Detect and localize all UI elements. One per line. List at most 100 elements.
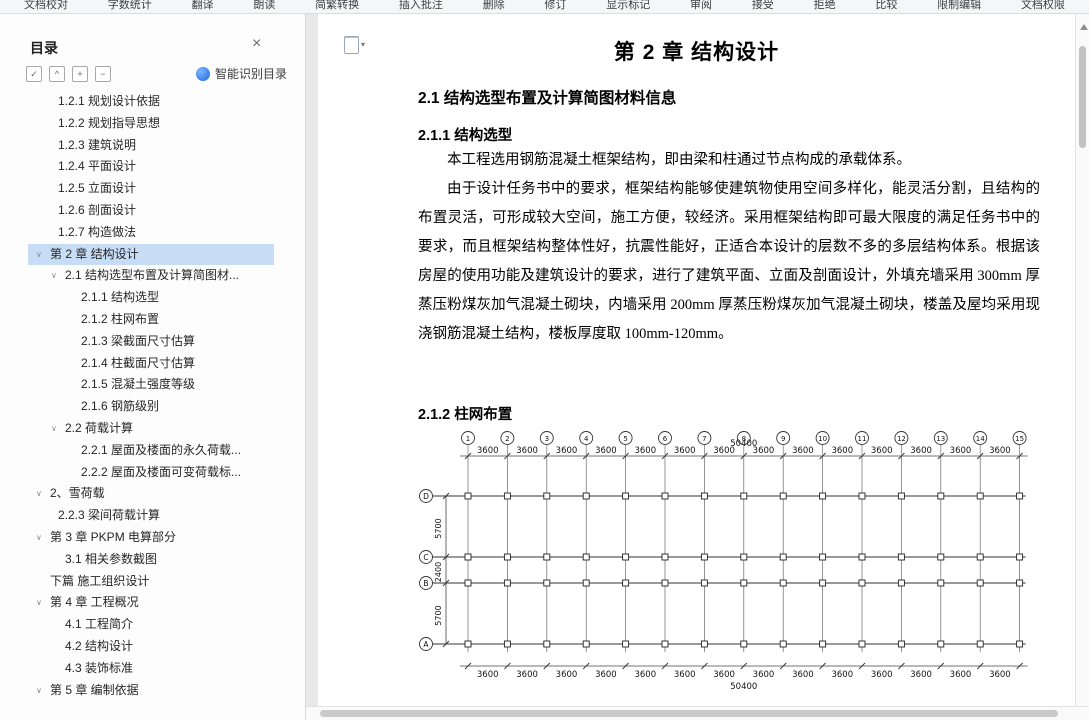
chevron-down-icon[interactable]: ∨: [51, 265, 57, 287]
toc-item[interactable]: 2.1.2 柱网布置: [28, 309, 274, 331]
toc-item[interactable]: 2.2.2 屋面及楼面可变荷载标...: [28, 462, 274, 484]
toc-item[interactable]: 2.1.1 结构选型: [28, 287, 274, 309]
toc-collapse-all-icon[interactable]: −: [95, 66, 111, 82]
smart-toc-label: 智能识别目录: [214, 67, 287, 81]
svg-text:3600: 3600: [595, 670, 617, 680]
svg-text:3600: 3600: [753, 670, 775, 680]
toc-item-label: 2.2 荷载计算: [65, 420, 134, 435]
toolbar-item[interactable]: 修订: [544, 0, 566, 13]
toc-item-label: 2.1.1 结构选型: [81, 290, 160, 305]
toc-item[interactable]: 4.1 工程简介: [28, 614, 274, 636]
toc-item[interactable]: 4.3 装饰标准: [28, 658, 274, 680]
toc-item[interactable]: 下篇 施工组织设计: [28, 571, 274, 593]
svg-text:50400: 50400: [730, 682, 757, 692]
toc-item[interactable]: 3.1 相关参数截图: [28, 549, 274, 571]
svg-text:3600: 3600: [831, 670, 853, 680]
chevron-down-icon[interactable]: ∨: [36, 527, 42, 549]
chevron-down-icon[interactable]: ∨: [51, 418, 57, 440]
chevron-down-icon[interactable]: ∨: [36, 592, 42, 614]
vertical-scrollbar[interactable]: [1075, 14, 1089, 706]
toc-item[interactable]: ∨ 2.1 结构选型布置及计算简图材...: [28, 265, 274, 287]
toc-item-label: 1.2.5 立面设计: [58, 181, 137, 196]
toc-item[interactable]: 1.2.7 构造做法: [28, 222, 274, 244]
toc-collapse-icon[interactable]: ^: [49, 66, 65, 82]
toc-item-label: 1.2.4 平面设计: [58, 159, 137, 174]
toolbar-item[interactable]: 审阅: [690, 0, 712, 13]
toc-item[interactable]: 1.2.4 平面设计: [28, 156, 274, 178]
toolbar-item[interactable]: 显示标记: [606, 0, 650, 13]
toc-item-label: 2.2.1 屋面及楼面的永久荷载...: [81, 442, 242, 457]
toc-item-label: 1.2.6 剖面设计: [58, 202, 137, 217]
smart-toc-button[interactable]: 智能识别目录: [195, 65, 287, 82]
toolbar-item[interactable]: 插入批注: [399, 0, 443, 13]
svg-text:1: 1: [466, 435, 470, 443]
toc-item[interactable]: 1.2.5 立面设计: [28, 178, 274, 200]
toc-item[interactable]: 1.2.1 规划设计依据: [28, 91, 274, 113]
toc-item[interactable]: ∨ 第 5 章 编制依据: [28, 680, 274, 702]
svg-text:3600: 3600: [634, 670, 656, 680]
horizontal-scrollbar-thumb[interactable]: [320, 710, 1058, 717]
toc-item[interactable]: 2.1.6 钢筋级别: [28, 396, 274, 418]
column-grid-diagram: D C B A 5700 2400 5700 1 2 3 4 5 6 7 8 9 10 11 12 13 14 15 360…: [414, 426, 1062, 706]
toc-item[interactable]: 1.2.3 建筑说明: [28, 135, 274, 157]
toolbar-item[interactable]: 接受: [752, 0, 774, 13]
toc-item[interactable]: 1.2.2 规划指导思想: [28, 113, 274, 135]
chapter-title: 第 2 章 结构设计: [613, 41, 780, 64]
toolbar-item[interactable]: 比较: [875, 0, 897, 13]
horizontal-scrollbar[interactable]: [306, 706, 1089, 720]
chevron-down-icon[interactable]: ∨: [36, 244, 42, 266]
toc-item[interactable]: 2.1.5 混凝土强度等级: [28, 374, 274, 396]
toc-item[interactable]: 2.1.3 梁截面尺寸估算: [28, 331, 274, 353]
toc-item-label: 第 5 章 编制依据: [50, 682, 139, 697]
toc-item-label: 1.2.7 构造做法: [58, 224, 137, 239]
chevron-down-icon[interactable]: ∨: [36, 483, 42, 505]
toc-item-label: 第 4 章 工程概况: [50, 595, 139, 610]
chevron-down-icon[interactable]: ∨: [36, 680, 42, 702]
svg-text:D: D: [423, 492, 429, 501]
toc-toolbar: ✓ ^ + −: [26, 66, 111, 82]
document-page[interactable]: ▾ 第 2 章 结构设计 2.1 结构选型布置及计算简图材料信息 2.1.1 结…: [318, 14, 1075, 706]
toc-item[interactable]: ∨ 第 2 章 结构设计: [28, 243, 274, 266]
toc-item[interactable]: 2.2.1 屋面及楼面的永久荷载...: [28, 440, 274, 462]
review-toolbar: 文档校对 字数统计 翻译 朗读 简繁转换 插入批注 删除 修订 显示标记 审阅 接受 拒绝 比较 限制编辑…: [0, 0, 1089, 14]
toc-item-label: 第 3 章 PKPM 电算部分: [50, 529, 177, 544]
toc-check-icon[interactable]: ✓: [26, 66, 42, 82]
toolbar-item[interactable]: 文档校对: [24, 0, 68, 13]
toc-item[interactable]: 2.1.4 柱截面尺寸估算: [28, 353, 274, 375]
toolbar-item[interactable]: 翻译: [192, 0, 214, 13]
toolbar-item[interactable]: 字数统计: [108, 0, 152, 13]
toc-item[interactable]: ∨ 2、雪荷载: [28, 483, 274, 505]
toc-item[interactable]: ∨ 第 3 章 PKPM 电算部分: [28, 527, 274, 549]
toc-item[interactable]: 2.2.3 梁间荷载计算: [28, 505, 274, 527]
close-icon[interactable]: ×: [252, 36, 261, 52]
toc-expand-all-icon[interactable]: +: [72, 66, 88, 82]
toc-item-label: 1.2.1 规划设计依据: [58, 94, 161, 108]
toc-item[interactable]: ∨ 2.2 荷载计算: [28, 418, 274, 440]
toc-item[interactable]: ∨ 第 4 章 工程概况: [28, 592, 274, 614]
toolbar-item[interactable]: 拒绝: [814, 0, 836, 13]
vertical-scrollbar-thumb[interactable]: [1079, 46, 1086, 148]
svg-text:3600: 3600: [674, 670, 696, 680]
toolbar-item[interactable]: 简繁转换: [315, 0, 359, 13]
svg-text:7: 7: [702, 435, 706, 443]
svg-text:3600: 3600: [950, 446, 972, 456]
svg-text:4: 4: [584, 435, 589, 443]
toolbar-item[interactable]: 限制编辑: [937, 0, 981, 13]
toolbar-item[interactable]: 朗读: [253, 0, 275, 13]
body-paragraph-2: 由于设计任务书中的要求，框架结构能够使建筑物使用空间多样化，能灵活分割，且结构的…: [418, 181, 1040, 342]
toolbar-item[interactable]: 文档权限: [1021, 0, 1065, 13]
toc-item[interactable]: 4.2 结构设计: [28, 636, 274, 658]
svg-text:10: 10: [818, 435, 827, 443]
svg-text:3600: 3600: [910, 446, 932, 456]
toc-item[interactable]: 1.2.6 剖面设计: [28, 200, 274, 222]
toc-item-label: 3.1 相关参数截图: [65, 551, 158, 566]
scroll-up-icon[interactable]: [1079, 24, 1088, 30]
svg-text:5700: 5700: [434, 518, 443, 538]
svg-text:3600: 3600: [516, 446, 538, 456]
subsection-heading-2-1-2: 2.1.2 柱网布置: [418, 407, 513, 423]
svg-text:3600: 3600: [871, 670, 893, 680]
toolbar-item[interactable]: 删除: [483, 0, 505, 13]
svg-text:50400: 50400: [730, 439, 757, 449]
toc-item-label: 第 2 章 结构设计: [50, 246, 139, 261]
svg-text:5700: 5700: [434, 605, 443, 625]
